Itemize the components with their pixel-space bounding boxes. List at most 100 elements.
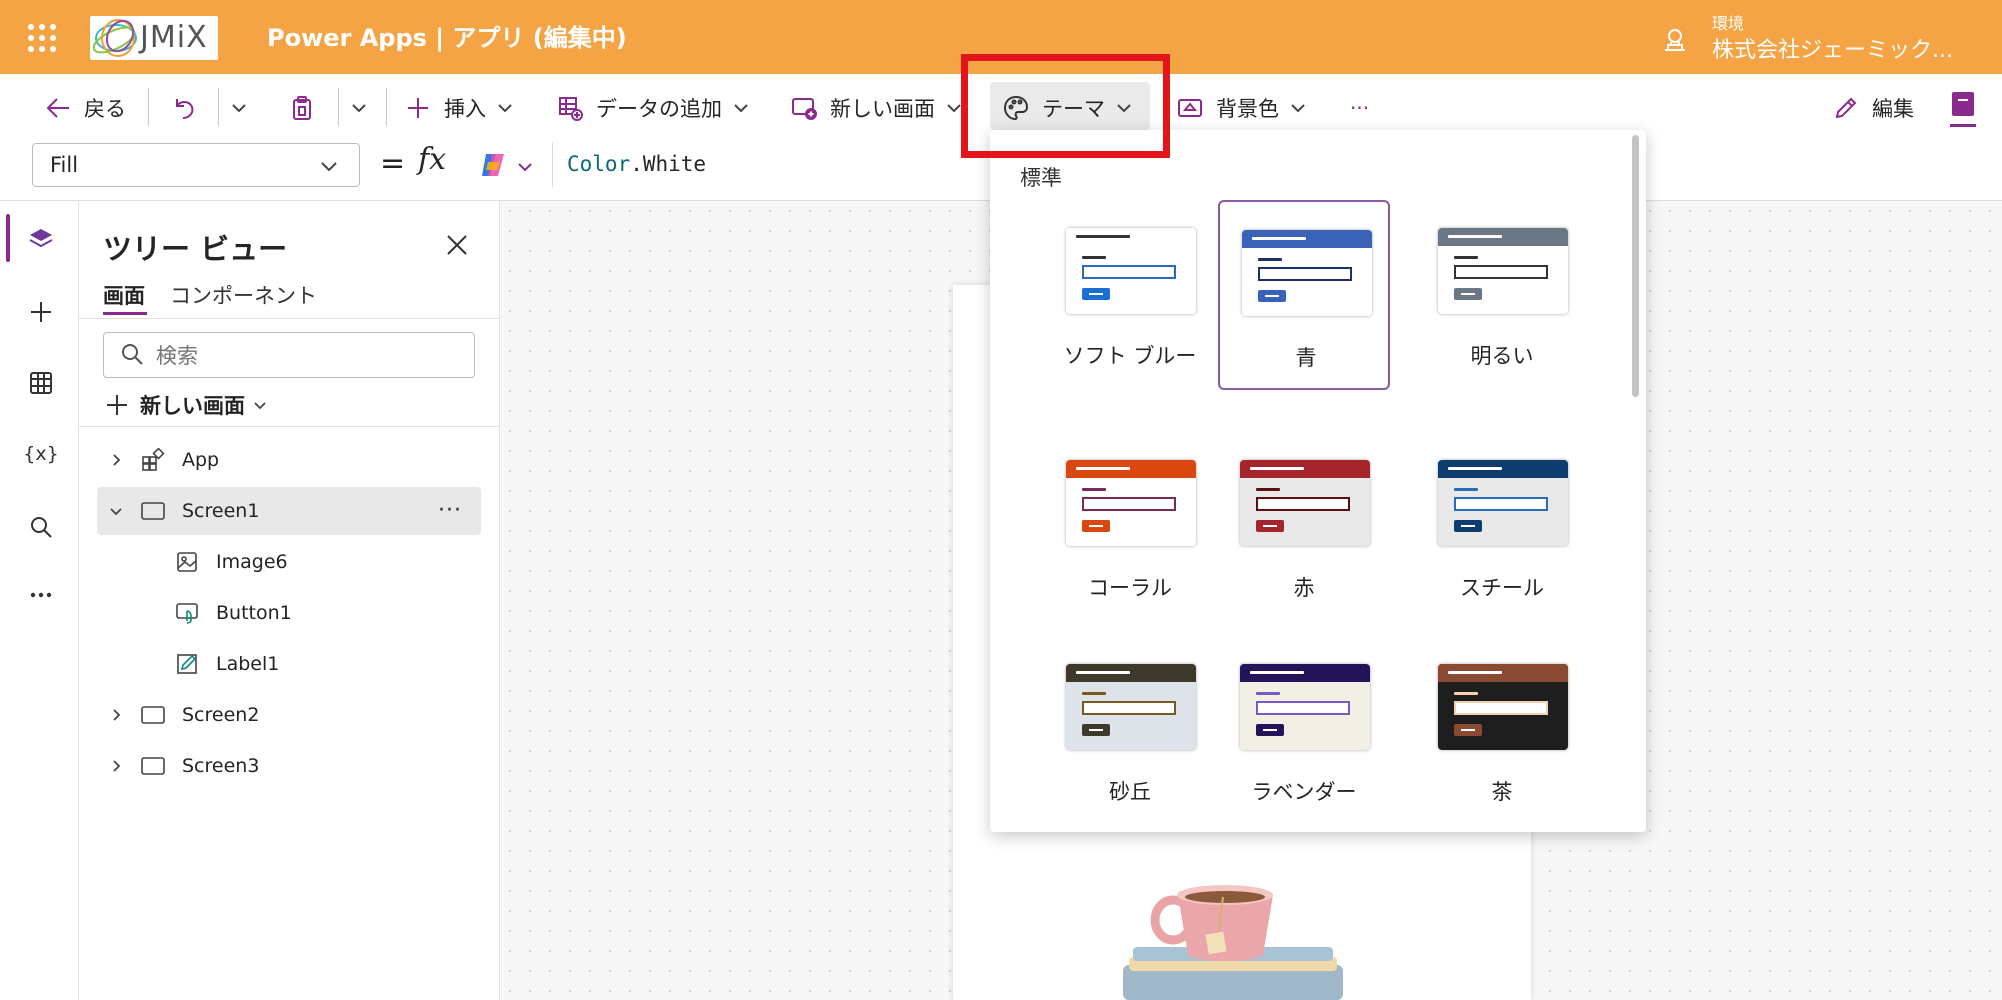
equals-sign: = <box>380 146 406 181</box>
label-control-icon <box>174 651 200 677</box>
insert-plus-icon[interactable] <box>24 295 58 329</box>
copilot-icon <box>478 150 508 180</box>
theme-tile-4[interactable]: 赤 <box>1218 432 1390 622</box>
arrow-left-icon <box>44 94 72 122</box>
theme-name: コーラル <box>1088 576 1172 600</box>
new-screen-button[interactable]: 新しい画面 <box>790 88 963 128</box>
add-data-button[interactable]: データの追加 <box>556 88 750 128</box>
undo-dropdown[interactable] <box>230 88 248 128</box>
data-table-icon[interactable] <box>24 366 58 400</box>
plus-icon <box>106 394 128 416</box>
theme-tile-8[interactable]: 茶 <box>1416 636 1588 826</box>
tree-node-app[interactable]: App <box>106 437 219 483</box>
chevron-down-icon <box>253 398 267 412</box>
background-color-label: 背景色 <box>1216 97 1279 121</box>
insert-button[interactable]: 挿入 <box>404 88 514 128</box>
chevron-down-icon[interactable] <box>106 504 126 518</box>
paste-dropdown[interactable] <box>350 88 368 128</box>
tree-new-screen-button[interactable]: 新しい画面 <box>106 390 267 420</box>
pencil-icon <box>1832 94 1860 122</box>
app-title: Power Apps | アプリ (編集中) <box>267 24 627 52</box>
tree-node-image6[interactable]: Image6 <box>140 539 288 585</box>
environment-name[interactable]: 株式会社ジェーミック... <box>1712 32 1953 64</box>
environment-icon[interactable] <box>1660 24 1690 54</box>
theme-thumbnail <box>1240 460 1370 546</box>
tree-node-label: Label1 <box>216 653 280 675</box>
chevron-down-icon <box>1289 99 1307 117</box>
app-launcher-icon[interactable] <box>26 22 58 54</box>
theme-thumbnail <box>1240 664 1370 750</box>
tea-cup-image[interactable] <box>1123 885 1363 1000</box>
close-icon[interactable] <box>444 232 470 258</box>
logo-text: JMiX <box>140 20 208 55</box>
divider <box>79 426 499 427</box>
tree-search-input[interactable] <box>154 336 458 376</box>
new-screen-label: 新しい画面 <box>140 394 245 418</box>
chevron-down-icon <box>230 99 248 117</box>
theme-tile-7[interactable]: ラベンダー <box>1218 636 1390 826</box>
theme-name: ラベンダー <box>1251 780 1357 804</box>
tree-view-title: ツリー ビュー <box>103 232 288 266</box>
button-control-icon <box>174 600 200 626</box>
tab-screens[interactable]: 画面 <box>103 280 145 310</box>
theme-thumbnail <box>1242 230 1372 316</box>
chevron-down-icon <box>318 155 340 177</box>
property-dropdown[interactable] <box>32 143 360 187</box>
theme-name: 砂丘 <box>1109 780 1151 804</box>
copilot-button[interactable] <box>460 142 553 188</box>
tree-node-screen3[interactable]: Screen3 <box>106 743 259 789</box>
formula-input[interactable]: Color.White <box>567 148 706 180</box>
rail-active-indicator <box>6 214 10 262</box>
chevron-down-icon <box>732 99 750 117</box>
theme-section-label: 標準 <box>1020 166 1062 190</box>
separator <box>338 88 339 126</box>
search-icon <box>120 342 144 366</box>
undo-icon <box>170 94 198 122</box>
chevron-right-icon[interactable] <box>106 759 126 773</box>
variables-icon[interactable]: {x} <box>23 437 58 471</box>
image-icon <box>174 549 200 575</box>
plus-icon <box>404 94 432 122</box>
more-commands-button[interactable]: ··· <box>1350 88 1369 128</box>
edit-button[interactable]: 編集 <box>1832 88 1914 128</box>
panel-scrollbar[interactable] <box>1632 135 1639 397</box>
separator <box>148 88 149 126</box>
back-button[interactable]: 戻る <box>44 88 126 128</box>
tree-node-screen2[interactable]: Screen2 <box>106 692 259 738</box>
tree-node-label: App <box>182 449 220 471</box>
formula-property: .White <box>630 152 707 176</box>
chevron-right-icon[interactable] <box>106 708 126 722</box>
theme-tile-1[interactable]: 青 <box>1218 200 1390 390</box>
more-icon[interactable] <box>24 578 58 612</box>
tree-node-label: Image6 <box>216 551 288 573</box>
tree-node-screen1[interactable]: Screen1 <box>106 488 259 534</box>
screen1-more-button[interactable]: ··· <box>438 498 462 523</box>
theme-name: 赤 <box>1293 576 1315 600</box>
layers-icon[interactable] <box>24 222 58 256</box>
insert-label: 挿入 <box>444 97 486 121</box>
tree-node-button1[interactable]: Button1 <box>140 590 292 636</box>
tree-node-label: Screen3 <box>182 755 260 777</box>
screen-icon <box>140 753 166 779</box>
theme-tile-6[interactable]: 砂丘 <box>1044 636 1216 826</box>
background-color-button[interactable]: 背景色 <box>1176 88 1307 128</box>
edit-label: 編集 <box>1872 97 1914 121</box>
clipboard-icon <box>288 94 316 122</box>
chevron-down-icon <box>516 158 534 176</box>
theme-thumbnail <box>1438 460 1568 546</box>
notebook-icon[interactable] <box>1950 90 1976 128</box>
theme-tile-3[interactable]: コーラル <box>1044 432 1216 622</box>
theme-tile-2[interactable]: 明るい <box>1416 200 1588 390</box>
chevron-right-icon[interactable] <box>106 453 126 467</box>
tree-node-label1[interactable]: Label1 <box>140 641 279 687</box>
screen-icon <box>140 702 166 728</box>
theme-tile-5[interactable]: スチール <box>1416 432 1588 622</box>
search-icon[interactable] <box>24 510 58 544</box>
theme-name: ソフト ブルー <box>1063 344 1197 368</box>
tab-components[interactable]: コンポーネント <box>170 280 317 310</box>
paste-button[interactable] <box>288 88 328 128</box>
theme-name: 明るい <box>1470 344 1534 368</box>
theme-tile-0[interactable]: ソフト ブルー <box>1044 200 1216 390</box>
theme-thumbnail <box>1066 228 1196 314</box>
undo-button[interactable] <box>170 88 210 128</box>
